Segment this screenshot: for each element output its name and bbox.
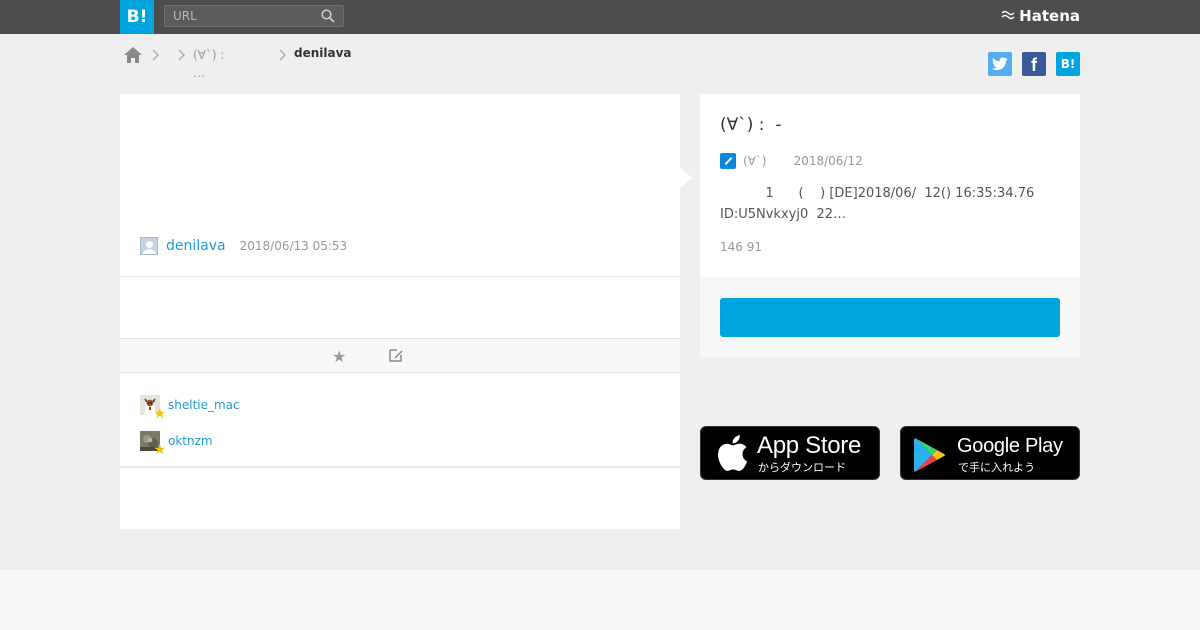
add-star-icon[interactable]: ★	[332, 347, 346, 366]
breadcrumb-current-user: denilava	[294, 46, 352, 60]
apple-icon	[718, 435, 748, 471]
hatena-mark-icon	[1001, 10, 1015, 20]
star-username[interactable]: sheltie_mac	[168, 398, 240, 412]
site-favicon-icon	[720, 153, 736, 169]
brand-label: Hatena	[1019, 7, 1080, 25]
chevron-right-icon	[152, 49, 159, 61]
url-search-box	[164, 5, 344, 27]
footer	[0, 570, 1200, 630]
divider	[120, 276, 680, 277]
twitter-icon	[992, 57, 1008, 71]
google-play-badge[interactable]: Google Play で手に入れよう	[900, 426, 1080, 480]
hatena-brand-link[interactable]: Hatena	[1001, 7, 1080, 25]
google-play-icon	[914, 438, 945, 472]
google-play-subtitle: で手に入れよう	[958, 461, 1035, 474]
chevron-right-icon	[279, 49, 286, 61]
entry-meta: (∀`) 2018/06/12	[720, 153, 863, 169]
comment-username[interactable]: denilava	[166, 238, 226, 254]
hatena-bookmark-share-button[interactable]: B!	[1056, 52, 1080, 76]
search-icon[interactable]	[321, 9, 335, 23]
star-user-avatar[interactable]: ★	[140, 395, 166, 421]
entry-site[interactable]: (∀`)	[743, 154, 767, 168]
facebook-share-button[interactable]: f	[1022, 52, 1046, 76]
top-bar: B! Hatena	[0, 0, 1200, 34]
star-badge-icon: ★	[153, 406, 166, 422]
breadcrumb-category[interactable]: (∀`) : …	[193, 46, 253, 82]
hatena-bookmark-icon: B!	[1060, 57, 1076, 71]
app-store-title: App Store	[757, 432, 862, 459]
comment-date[interactable]: 2018/06/13 05:53	[240, 239, 348, 253]
entry-excerpt: 1 ( ) [DE]2018/06/ 12() 16:35:34.76 ID:U…	[720, 186, 1035, 222]
chevron-right-icon	[178, 49, 185, 61]
hatena-bookmark-logo[interactable]: B!	[120, 0, 154, 34]
url-search-input[interactable]	[165, 6, 323, 26]
facebook-icon: f	[1031, 55, 1037, 75]
star-username[interactable]: oktnzm	[168, 434, 213, 448]
app-store-subtitle: からダウンロード	[758, 461, 846, 474]
edit-icon[interactable]	[388, 347, 404, 363]
bookmark-comment-panel: denilava 2018/06/13 05:53 ★ ★ sheltie_ma…	[120, 94, 680, 529]
bookmark-entry-button[interactable]	[720, 298, 1060, 337]
entry-date: 2018/06/12	[793, 154, 863, 168]
app-store-badge[interactable]: App Store からダウンロード	[700, 426, 880, 480]
star-user-avatar[interactable]: ★	[140, 431, 166, 457]
twitter-share-button[interactable]	[988, 52, 1012, 76]
google-play-title: Google Play	[957, 435, 1063, 457]
panel-pointer	[680, 168, 692, 188]
comment-actions-bar: ★	[120, 338, 680, 373]
entry-bookmark-count[interactable]: 146 91	[720, 240, 762, 254]
home-icon[interactable]	[123, 46, 143, 64]
entry-title[interactable]: (∀`) : -	[720, 115, 781, 135]
user-avatar[interactable]	[140, 237, 158, 255]
star-badge-icon: ★	[153, 442, 166, 458]
star-user-row: ★ oktnzm	[140, 431, 213, 457]
entry-card: (∀`) : - (∀`) 2018/06/12 1 ( ) [DE]2018/…	[700, 94, 1080, 357]
comment-header: denilava 2018/06/13 05:53	[140, 237, 347, 255]
entry-summary: (∀`) : - (∀`) 2018/06/12 1 ( ) [DE]2018/…	[700, 94, 1080, 277]
star-user-row: ★ sheltie_mac	[140, 395, 240, 421]
divider	[120, 466, 680, 468]
